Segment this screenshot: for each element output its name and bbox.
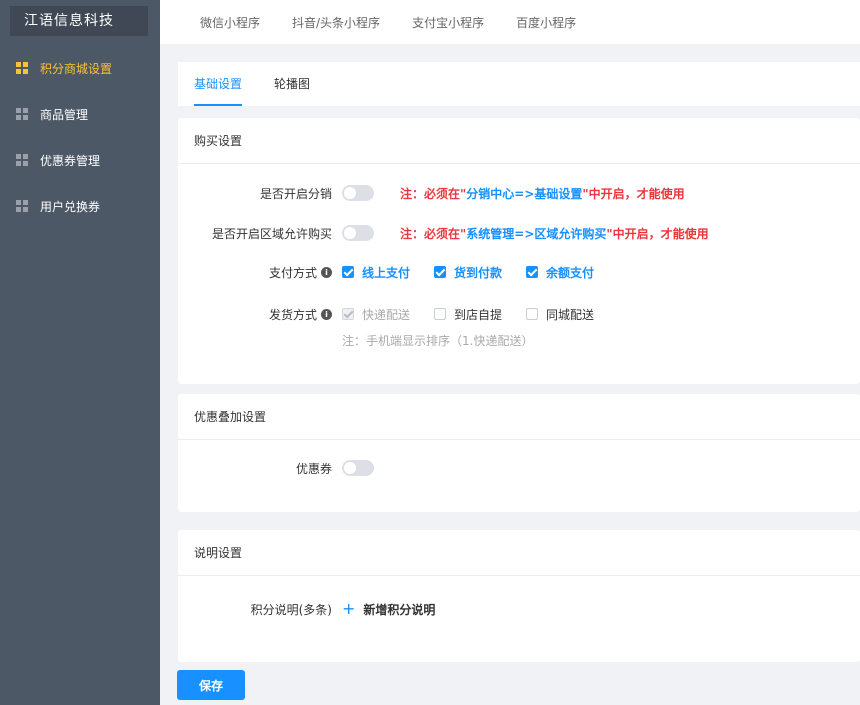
delivery-hint: 注：手机端显示排序（1.快递配送）: [342, 334, 534, 348]
sidebar-item-user-redeem-coupons[interactable]: 用户兑换券: [0, 186, 160, 226]
checkbox-local-delivery[interactable]: 同城配送: [526, 306, 594, 323]
description-settings-card: 说明设置 积分说明(多条) + 新增积分说明: [178, 530, 860, 662]
sidebar-item-label: 用户兑换券: [40, 199, 101, 214]
checkbox-icon: [434, 308, 447, 320]
coupon-switch[interactable]: [342, 460, 374, 476]
sidebar-item-label: 优惠券管理: [40, 153, 101, 168]
payment-method-label: 支付方式 i: [269, 264, 332, 281]
region-purchase-row: 是否开启区域允许购买 注：必须在"系统管理=>区域允许购买"中开启，才能使用: [178, 223, 860, 243]
points-description-row: 积分说明(多条) + 新增积分说明: [178, 599, 860, 619]
checkbox-icon: [526, 308, 539, 320]
tab-alipay-miniprogram[interactable]: 支付宝小程序: [412, 14, 484, 31]
tab-carousel[interactable]: 轮播图: [274, 62, 310, 106]
description-settings-title: 说明设置: [178, 530, 860, 576]
sidebar-item-product-management[interactable]: 商品管理: [0, 94, 160, 134]
save-button[interactable]: 保存: [177, 670, 245, 700]
distribution-center-link[interactable]: 分销中心=>基础设置: [466, 187, 582, 201]
system-region-link[interactable]: 系统管理=>区域允许购买: [466, 227, 606, 241]
tab-baidu-miniprogram[interactable]: 百度小程序: [516, 14, 576, 31]
coupon-label: 优惠券: [295, 461, 332, 476]
tab-douyin-toutiao-miniprogram[interactable]: 抖音/头条小程序: [292, 14, 380, 31]
checkbox-store-pickup[interactable]: 到店自提: [434, 306, 502, 323]
sidebar-item-label: 积分商城设置: [40, 61, 113, 76]
settings-tabs: 基础设置 轮播图: [178, 62, 860, 106]
region-purchase-note: 注：必须在"系统管理=>区域允许购买"中开启，才能使用: [400, 226, 709, 241]
tab-basic-settings[interactable]: 基础设置: [194, 62, 243, 106]
grid-icon: [16, 62, 28, 74]
tab-wechat-miniprogram[interactable]: 微信小程序: [200, 14, 260, 31]
region-purchase-label: 是否开启区域允许购买: [211, 226, 332, 241]
checkbox-checked-icon: [342, 266, 354, 278]
brand-title: 江语信息科技: [10, 6, 148, 36]
sidebar-item-label: 商品管理: [40, 107, 89, 122]
grid-icon: [16, 108, 28, 120]
checkbox-cash-on-delivery[interactable]: 货到付款: [434, 264, 502, 281]
distribution-row: 是否开启分销 注：必须在"分销中心=>基础设置"中开启，才能使用: [178, 183, 860, 203]
add-points-description-button[interactable]: + 新增积分说明: [342, 601, 435, 618]
platform-tabs: 微信小程序 抖音/头条小程序 支付宝小程序 百度小程序: [160, 0, 860, 44]
delivery-method-row: 发货方式 i 快递配送 到店自提 同城配送: [178, 304, 860, 324]
sidebar-item-coupon-management[interactable]: 优惠券管理: [0, 140, 160, 180]
checkbox-disabled-icon: [342, 308, 354, 320]
region-purchase-switch[interactable]: [342, 225, 374, 241]
info-icon[interactable]: i: [321, 266, 332, 278]
grid-icon: [16, 200, 28, 212]
sidebar-item-points-mall-settings[interactable]: 积分商城设置: [0, 48, 160, 88]
purchase-settings-card: 购买设置 是否开启分销 注：必须在"分销中心=>基础设置"中开启，才能使用 是否…: [178, 118, 860, 384]
info-icon[interactable]: i: [321, 308, 332, 320]
checkbox-online-payment[interactable]: 线上支付: [342, 264, 410, 281]
distribution-note: 注：必须在"分销中心=>基础设置"中开启，才能使用: [400, 186, 685, 201]
distribution-switch[interactable]: [342, 185, 374, 201]
purchase-settings-title: 购买设置: [178, 118, 860, 164]
checkbox-express-delivery: 快递配送: [342, 306, 410, 323]
checkbox-checked-icon: [526, 266, 539, 278]
coupon-row: 优惠券: [178, 458, 860, 478]
grid-icon: [16, 154, 28, 166]
checkbox-balance-payment[interactable]: 余额支付: [526, 264, 594, 281]
sidebar: 江语信息科技 积分商城设置 商品管理 优惠券管理 用户兑换券: [0, 0, 160, 705]
checkbox-checked-icon: [434, 266, 447, 278]
discount-stacking-card: 优惠叠加设置 优惠券: [178, 394, 860, 512]
discount-stacking-title: 优惠叠加设置: [178, 394, 860, 440]
distribution-label: 是否开启分销: [259, 186, 332, 201]
points-description-label: 积分说明(多条): [250, 602, 332, 617]
delivery-method-label: 发货方式 i: [269, 306, 332, 323]
payment-method-row: 支付方式 i 线上支付 货到付款 余额支付: [178, 262, 860, 282]
plus-icon: +: [342, 599, 356, 618]
